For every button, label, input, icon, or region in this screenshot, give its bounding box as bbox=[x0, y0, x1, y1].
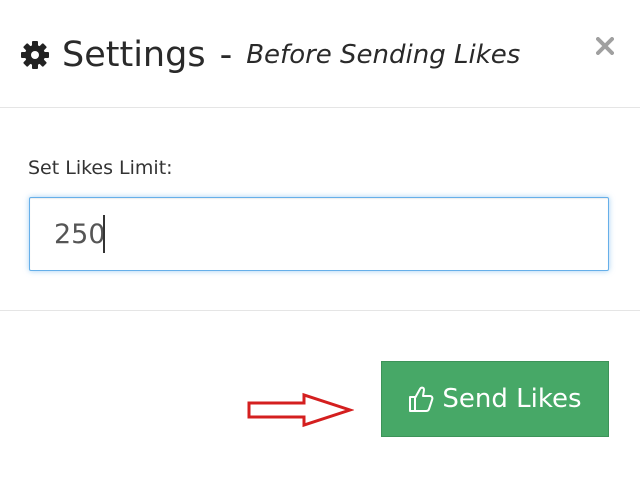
arrow-right-icon bbox=[247, 392, 354, 428]
modal-header: Settings - Before Sending Likes bbox=[0, 0, 640, 108]
modal-title: Settings - Before Sending Likes bbox=[20, 30, 520, 80]
modal-title-text: Settings bbox=[62, 34, 206, 75]
close-button[interactable] bbox=[593, 34, 617, 58]
modal-subtitle: Before Sending Likes bbox=[246, 40, 521, 70]
text-caret bbox=[103, 215, 105, 253]
modal-body: Set Likes Limit: bbox=[0, 108, 640, 311]
close-icon bbox=[596, 37, 614, 55]
send-likes-button[interactable]: Send Likes bbox=[381, 361, 609, 437]
thumbs-up-icon bbox=[409, 386, 434, 412]
title-separator: - bbox=[219, 34, 233, 75]
gear-icon bbox=[21, 41, 49, 69]
likes-limit-label: Set Likes Limit: bbox=[28, 157, 173, 179]
likes-limit-input[interactable] bbox=[29, 197, 609, 271]
send-likes-label: Send Likes bbox=[442, 384, 582, 414]
